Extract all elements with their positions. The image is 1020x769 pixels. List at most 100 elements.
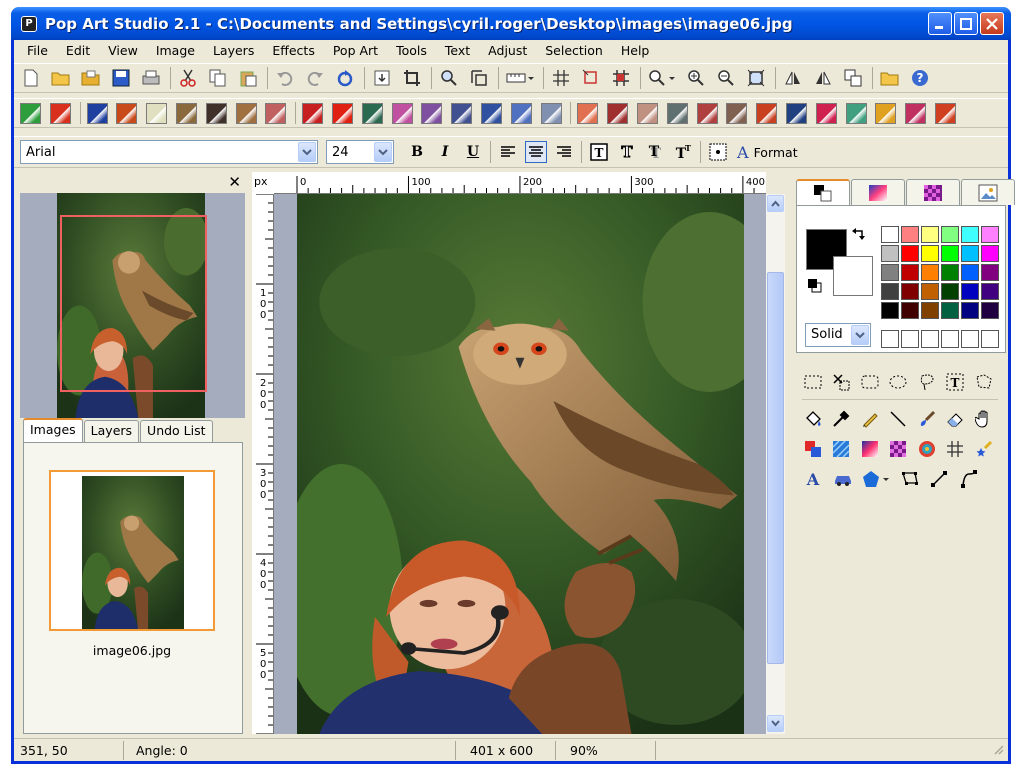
palette-swatch[interactable] — [961, 245, 979, 262]
palette-swatch[interactable] — [921, 264, 939, 281]
pop-art-effect-icon[interactable] — [20, 102, 41, 124]
palette-swatch[interactable] — [941, 226, 959, 243]
menu-image[interactable]: Image — [147, 40, 204, 62]
scroll-up-button[interactable] — [767, 195, 784, 212]
duplicate-icon[interactable] — [842, 67, 864, 89]
background-color[interactable] — [833, 256, 873, 296]
font-select-arrow[interactable] — [298, 142, 316, 162]
print-icon[interactable] — [140, 67, 162, 89]
text-shadow-button[interactable]: TT — [644, 141, 666, 163]
palette-swatch[interactable] — [961, 283, 979, 300]
resize-grip-icon[interactable] — [993, 744, 1005, 756]
pop-art-effect-icon[interactable] — [607, 102, 629, 124]
pop-art-effect-icon[interactable] — [49, 102, 71, 124]
canvas-viewport[interactable] — [274, 194, 766, 734]
close-button[interactable] — [980, 12, 1004, 35]
custom-color-swatch[interactable] — [881, 330, 899, 348]
fill-bucket-icon[interactable] — [802, 408, 823, 430]
swap-colors-icon[interactable] — [850, 228, 868, 246]
import-icon[interactable] — [371, 67, 393, 89]
navigator-view[interactable] — [20, 193, 245, 418]
align-left-button[interactable] — [497, 141, 519, 163]
custom-color-swatch[interactable] — [981, 330, 999, 348]
palette-swatch[interactable] — [901, 264, 919, 281]
zoom-dropdown-icon[interactable] — [647, 67, 677, 89]
rotate-icon[interactable] — [580, 67, 602, 89]
pop-art-effect-icon[interactable] — [146, 102, 168, 124]
save-icon[interactable] — [110, 67, 132, 89]
hand-icon[interactable] — [973, 408, 994, 430]
redo-icon[interactable] — [304, 67, 326, 89]
menu-edit[interactable]: Edit — [57, 40, 99, 62]
text-superscript-button[interactable]: TT — [672, 141, 694, 163]
menu-selection[interactable]: Selection — [536, 40, 612, 62]
pop-art-effect-icon[interactable] — [265, 102, 287, 124]
pop-art-effect-icon[interactable] — [331, 102, 353, 124]
polygon-icon[interactable] — [899, 468, 921, 490]
gradient-icon[interactable] — [859, 438, 880, 460]
color-replace-icon[interactable] — [802, 438, 823, 460]
pop-art-effect-icon[interactable] — [905, 102, 927, 124]
pop-art-effect-icon[interactable] — [726, 102, 748, 124]
car-stamp-icon[interactable] — [832, 468, 854, 490]
align-right-button[interactable] — [553, 141, 575, 163]
cut-icon[interactable] — [177, 67, 199, 89]
pop-art-effect-icon[interactable] — [391, 102, 413, 124]
open-browser-icon[interactable] — [879, 67, 901, 89]
brush-icon[interactable] — [916, 408, 937, 430]
custom-color-swatch[interactable] — [901, 330, 919, 348]
font-select[interactable]: Arial — [20, 140, 318, 164]
curve-icon[interactable] — [958, 468, 980, 490]
new-document-icon[interactable] — [20, 67, 42, 89]
pencil-icon[interactable] — [859, 408, 880, 430]
minimize-button[interactable] — [928, 12, 952, 35]
magic-select-icon[interactable] — [831, 371, 852, 393]
palette-swatch[interactable] — [901, 226, 919, 243]
text-box-button[interactable] — [707, 141, 729, 163]
palette-swatch[interactable] — [961, 302, 979, 319]
pop-art-effect-icon[interactable] — [480, 102, 502, 124]
tab-solid-color[interactable] — [796, 179, 850, 205]
palette-swatch[interactable] — [921, 302, 939, 319]
palette-swatch[interactable] — [881, 226, 899, 243]
pop-art-effect-icon[interactable] — [785, 102, 807, 124]
crop-icon[interactable] — [401, 67, 423, 89]
tab-pattern[interactable] — [906, 179, 960, 205]
tab-undo-list[interactable]: Undo List — [140, 420, 213, 442]
palette-swatch[interactable] — [941, 283, 959, 300]
reset-colors-icon[interactable] — [807, 278, 825, 296]
pop-art-effect-icon[interactable] — [666, 102, 688, 124]
ruler-dropdown-icon[interactable] — [505, 67, 535, 89]
pop-art-effect-icon[interactable] — [845, 102, 867, 124]
fit-window-icon[interactable] — [745, 67, 767, 89]
palette-swatch[interactable] — [981, 264, 999, 281]
pop-art-effect-icon[interactable] — [636, 102, 658, 124]
maximize-button[interactable] — [954, 12, 978, 35]
pop-art-effect-icon[interactable] — [510, 102, 532, 124]
pop-art-effect-icon[interactable] — [875, 102, 897, 124]
menu-tools[interactable]: Tools — [387, 40, 436, 62]
palette-swatch[interactable] — [901, 283, 919, 300]
fill-style-select[interactable]: Solid — [805, 323, 871, 347]
grid-tool-icon[interactable] — [945, 438, 966, 460]
palette-swatch[interactable] — [881, 245, 899, 262]
palette-swatch[interactable] — [901, 302, 919, 319]
palette-swatch[interactable] — [941, 245, 959, 262]
text-outline-button[interactable]: T — [616, 141, 638, 163]
pop-art-effect-icon[interactable] — [86, 102, 108, 124]
refresh-icon[interactable] — [334, 67, 356, 89]
help-icon[interactable]: ? — [909, 67, 931, 89]
flip-icon[interactable] — [610, 67, 632, 89]
pop-art-effect-icon[interactable] — [302, 102, 324, 124]
polygon-select-icon[interactable] — [973, 371, 994, 393]
grid-icon[interactable] — [550, 67, 572, 89]
custom-color-swatch[interactable] — [941, 330, 959, 348]
tab-images[interactable]: Images — [23, 418, 83, 442]
text-select-icon[interactable]: T — [945, 371, 966, 393]
font-size-select[interactable]: 24 — [326, 140, 394, 164]
pattern-fill-icon[interactable] — [831, 438, 852, 460]
font-size-arrow[interactable] — [374, 142, 392, 162]
menu-layers[interactable]: Layers — [204, 40, 263, 62]
navigator-viewport-rect[interactable] — [60, 215, 207, 392]
checker-icon[interactable] — [888, 438, 909, 460]
